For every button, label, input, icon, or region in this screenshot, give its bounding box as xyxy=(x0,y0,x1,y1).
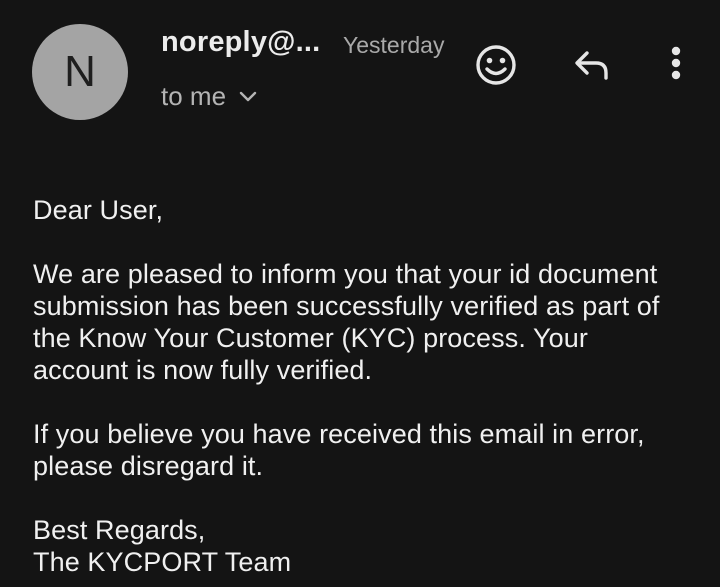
vertical-dots-icon xyxy=(671,46,681,80)
email-timestamp: Yesterday xyxy=(343,32,445,58)
reply-button[interactable] xyxy=(568,41,616,89)
email-signoff: Best Regards, The KYCPORT Team xyxy=(33,515,292,577)
email-header: N noreply@... Yesterday to me xyxy=(0,0,720,140)
add-reaction-button[interactable] xyxy=(472,41,520,89)
reply-arrow-icon xyxy=(575,51,608,80)
email-greeting: Dear User, xyxy=(33,195,164,225)
smiley-face-icon xyxy=(476,45,516,85)
more-options-button[interactable] xyxy=(652,41,700,89)
email-body: Dear User, We are pleased to inform you … xyxy=(33,194,693,578)
recipient-label: to me xyxy=(161,80,227,111)
sender-name[interactable]: noreply@... xyxy=(161,26,320,59)
email-paragraph: If you believe you have received this em… xyxy=(33,419,645,481)
sender-avatar[interactable]: N xyxy=(32,24,128,120)
recipient-details-toggle[interactable]: to me xyxy=(161,80,258,112)
email-paragraph: We are pleased to inform you that your i… xyxy=(33,259,660,385)
chevron-down-icon xyxy=(239,91,257,102)
